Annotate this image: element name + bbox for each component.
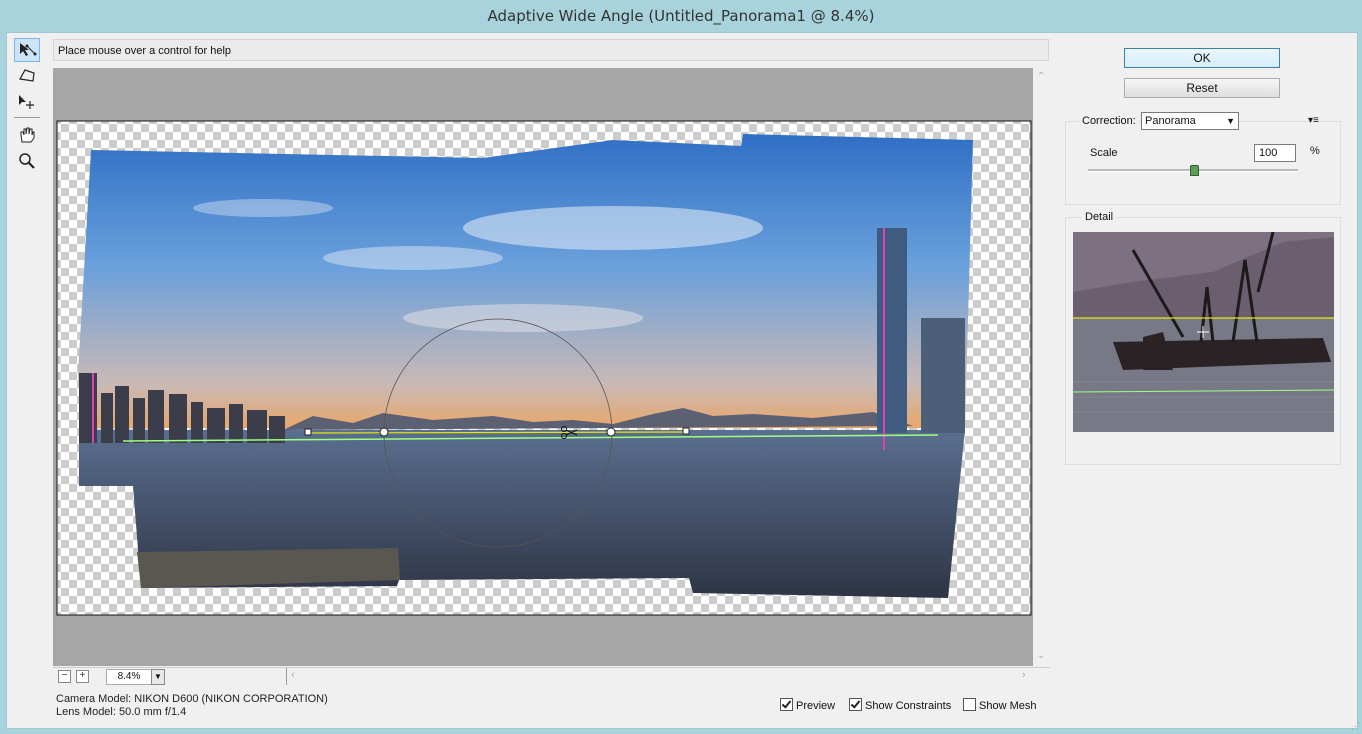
polygon-constraint-tool[interactable] (14, 64, 40, 88)
detail-preview (1073, 232, 1334, 432)
polygon-icon (19, 69, 35, 82)
help-bar: Place mouse over a control for help (53, 39, 1049, 61)
scale-input[interactable]: 100 (1254, 144, 1296, 162)
scroll-down-icon[interactable]: ⌄ (1037, 650, 1045, 661)
move-tool[interactable] (14, 90, 40, 114)
show-mesh-check-icon (963, 698, 976, 711)
zoom-in-button[interactable]: + (76, 670, 89, 683)
scroll-up-icon[interactable]: ⌃ (1037, 71, 1045, 82)
zoom-out-button[interactable]: − (58, 670, 71, 683)
ok-button[interactable]: OK (1124, 48, 1280, 68)
correction-group (1065, 121, 1341, 205)
constraint-tool-icon (20, 43, 37, 56)
panorama-preview[interactable] (53, 68, 1033, 666)
tower (877, 228, 907, 433)
detail-label: Detail (1082, 211, 1117, 223)
scroll-left-icon[interactable]: ‹ (291, 669, 295, 681)
reset-button[interactable]: Reset (1124, 78, 1280, 98)
scale-label: Scale (1090, 147, 1118, 159)
show-constraints-check-icon (849, 698, 862, 711)
constraint-handle (606, 427, 616, 437)
constraint-handle (379, 427, 389, 437)
lens-model: Lens Model: 50.0 mm f/1.4 (56, 706, 187, 718)
constraint-endpoint (682, 427, 690, 435)
preview-canvas[interactable] (53, 68, 1033, 666)
window-title: Adaptive Wide Angle (Untitled_Panorama1 … (487, 7, 875, 25)
vertical-scrollbar[interactable]: ⌃ ⌄ (1034, 68, 1050, 666)
zoom-dropdown[interactable]: ▼ (151, 669, 165, 685)
preview-check-icon (780, 698, 793, 711)
constraint-endpoint (304, 428, 312, 436)
magnifier-icon (19, 153, 35, 169)
scale-unit: % (1310, 145, 1320, 157)
correction-label: Correction: (1079, 115, 1139, 127)
show-constraints-checkbox[interactable]: Show Constraints (849, 698, 951, 712)
zoom-bar: − + 8.4% ▼ ‹ › (53, 667, 1050, 685)
scale-slider-thumb[interactable] (1190, 165, 1199, 176)
camera-model: Camera Model: NIKON D600 (NIKON CORPORAT… (56, 693, 328, 705)
resize-grip-icon[interactable]: ⋰ (1351, 721, 1360, 732)
constraint-tool[interactable] (14, 38, 40, 62)
hand-icon (20, 127, 35, 143)
scroll-right-icon[interactable]: › (1022, 669, 1026, 681)
chevron-down-icon: ▼ (1226, 116, 1235, 126)
zoom-tool[interactable] (14, 149, 40, 173)
horizontal-scrollbar[interactable]: ‹ › (286, 668, 1050, 685)
correction-select[interactable]: Panorama ▼ (1141, 112, 1239, 130)
move-icon (19, 95, 34, 109)
tool-panel (14, 38, 44, 175)
detail-image (1073, 232, 1334, 432)
camera-info: Camera Model: NIKON D600 (NIKON CORPORAT… (56, 693, 328, 719)
hand-tool[interactable] (14, 123, 40, 147)
zoom-field[interactable]: 8.4% (106, 669, 152, 685)
preview-checkbox[interactable]: Preview (780, 698, 835, 712)
tool-separator (14, 117, 40, 118)
panel-menu-icon[interactable]: ▾≡ (1308, 115, 1319, 126)
show-mesh-checkbox[interactable]: Show Mesh (963, 698, 1036, 712)
